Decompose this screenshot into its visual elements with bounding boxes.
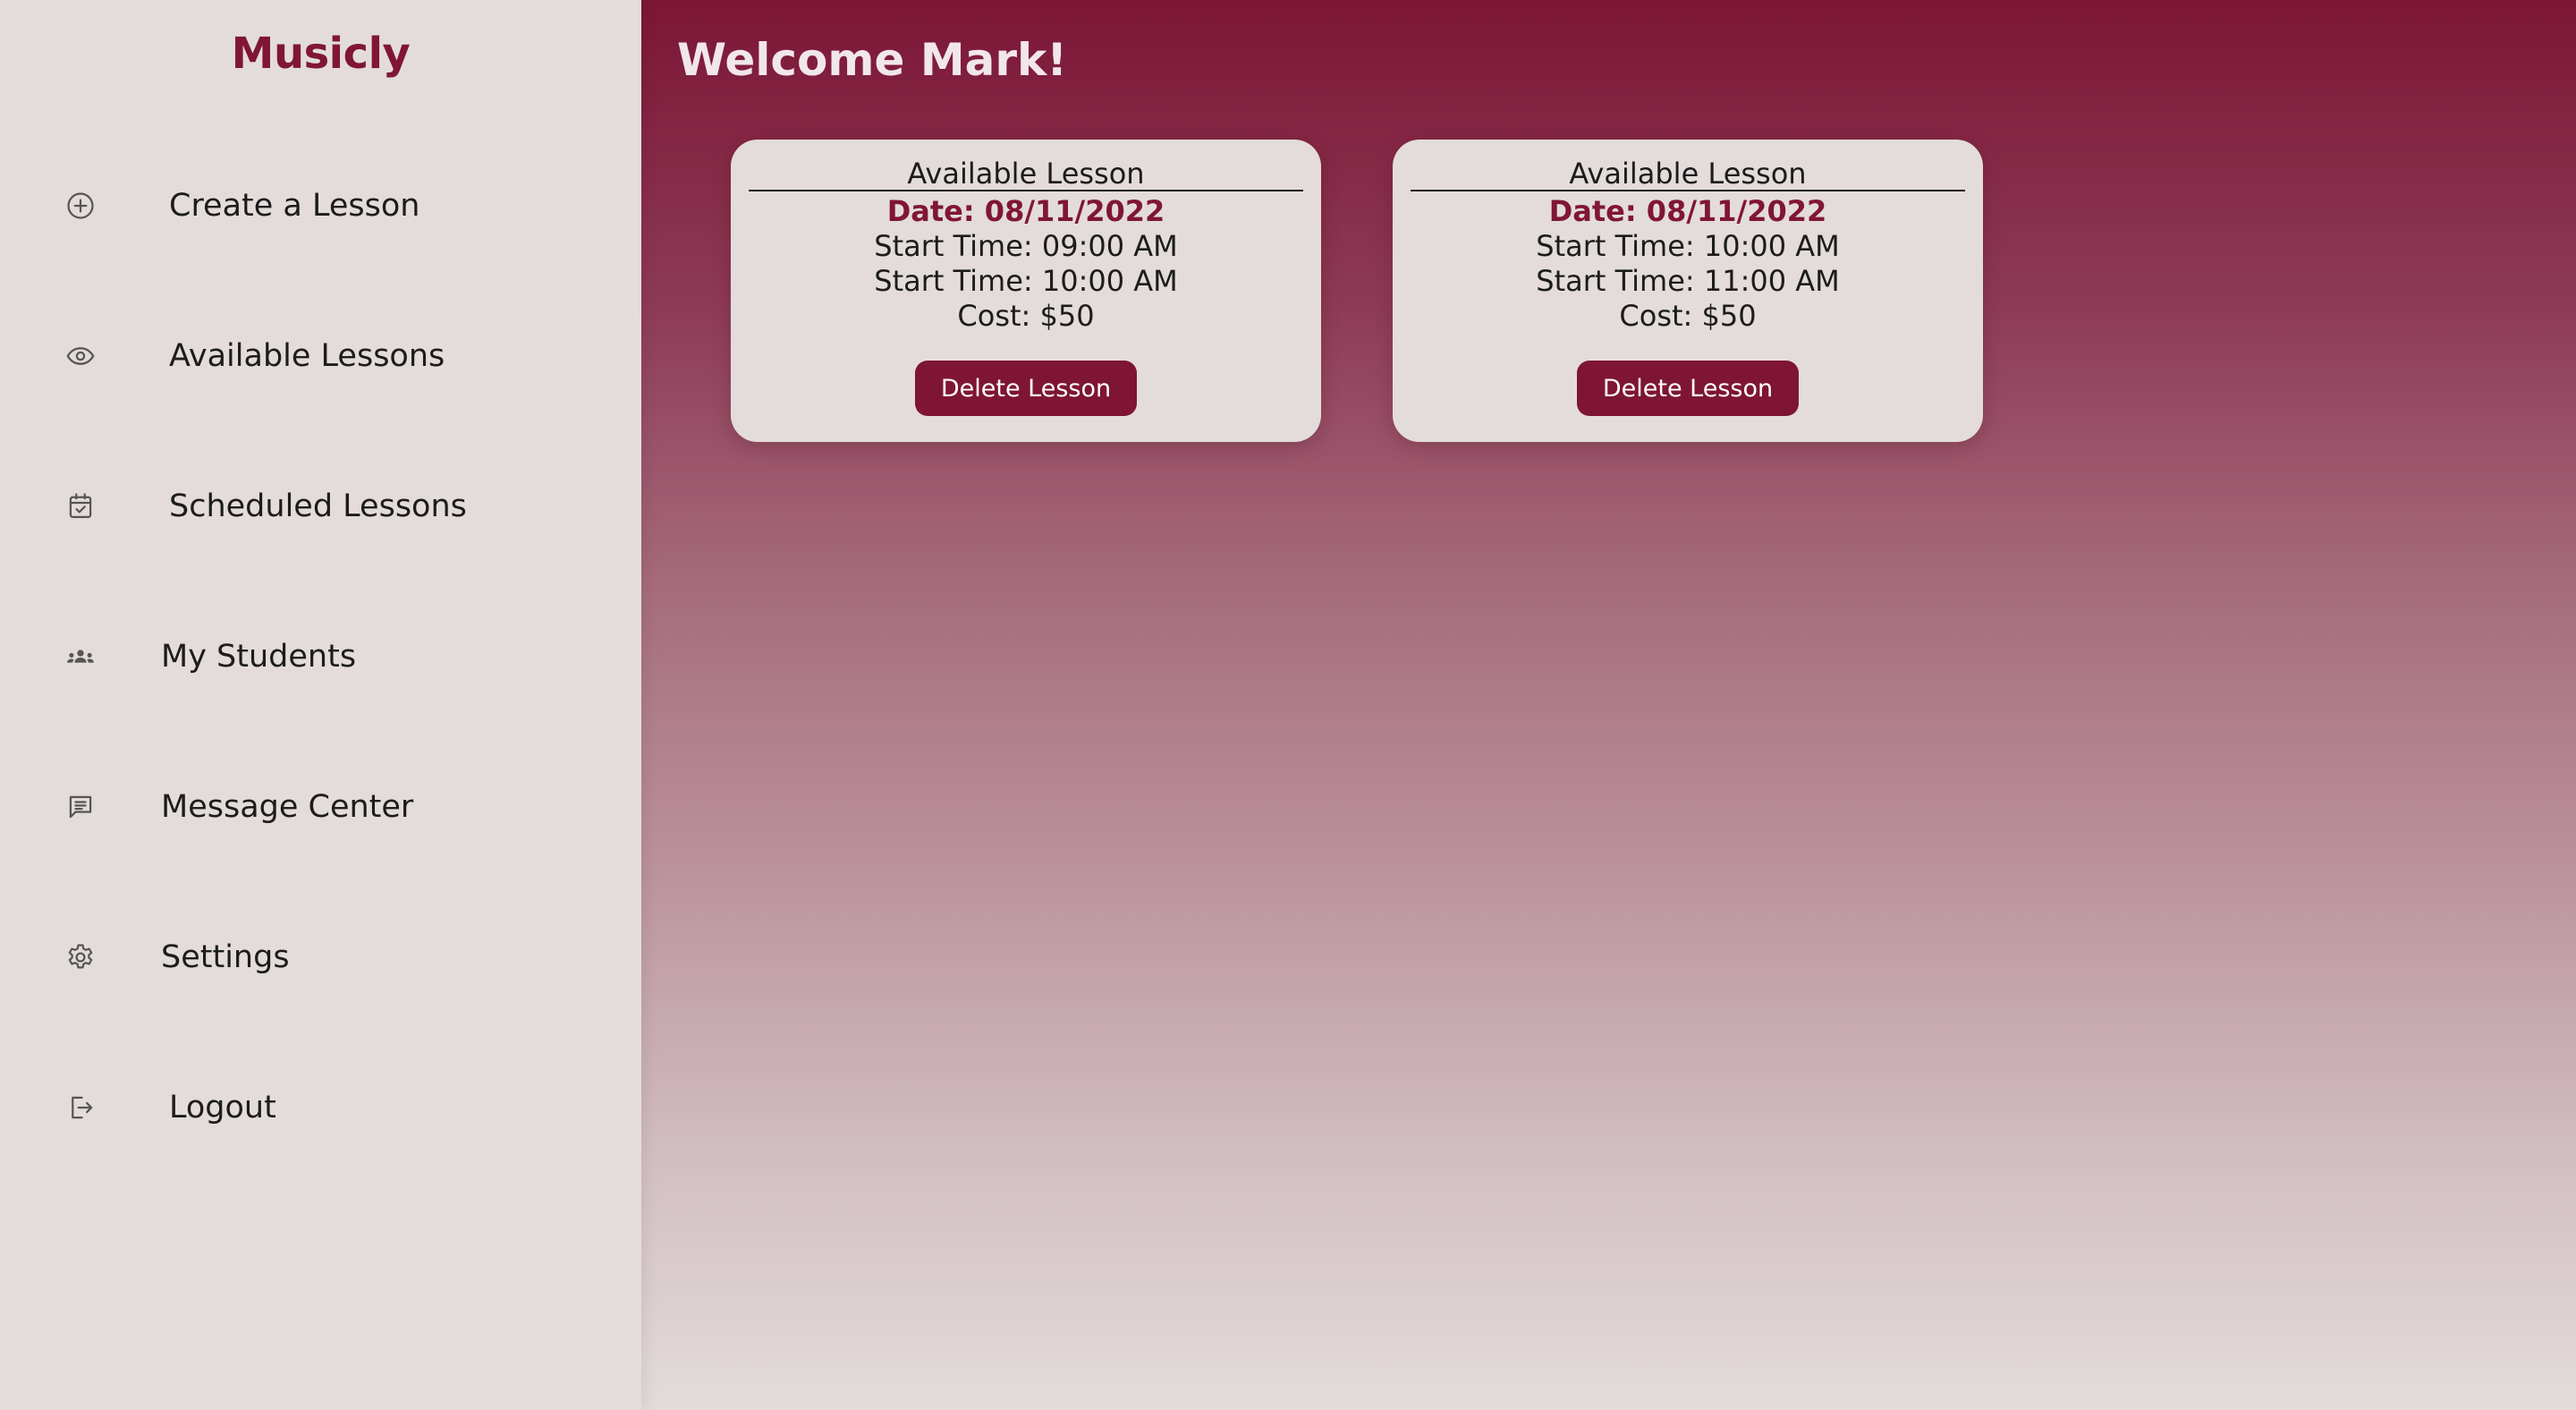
delete-lesson-button[interactable]: Delete Lesson	[1577, 361, 1799, 416]
sidebar-item-settings[interactable]: Settings	[0, 904, 641, 1011]
sidebar-item-label: Scheduled Lessons	[169, 488, 467, 524]
lesson-start-time: Start Time: 10:00 AM	[1536, 229, 1840, 263]
sidebar-item-label: Available Lessons	[169, 338, 445, 374]
sidebar-item-scheduled-lessons[interactable]: Scheduled Lessons	[0, 453, 641, 560]
sidebar-item-label: Settings	[161, 939, 290, 975]
sidebar-item-label: Create a Lesson	[169, 188, 420, 224]
lesson-end-time: Start Time: 10:00 AM	[874, 264, 1178, 298]
calendar-check-icon	[63, 488, 98, 524]
main-content: Welcome Mark! Available Lesson Date: 08/…	[641, 0, 2576, 1410]
sidebar-item-label: Message Center	[161, 789, 414, 825]
lesson-card: Available Lesson Date: 08/11/2022 Start …	[731, 140, 1321, 442]
sidebar-item-available-lessons[interactable]: Available Lessons	[0, 302, 641, 410]
plus-circle-icon	[63, 188, 98, 224]
page-title: Welcome Mark!	[677, 34, 1068, 86]
lesson-card-title: Available Lesson	[1411, 157, 1965, 191]
lesson-cost: Cost: $50	[1619, 299, 1757, 333]
lesson-card-title: Available Lesson	[749, 157, 1303, 191]
delete-lesson-button[interactable]: Delete Lesson	[915, 361, 1137, 416]
gear-icon	[63, 939, 98, 975]
lesson-cost: Cost: $50	[957, 299, 1095, 333]
sidebar-item-label: My Students	[161, 639, 357, 675]
logout-icon	[63, 1090, 98, 1125]
sidebar-item-logout[interactable]: Logout	[0, 1054, 641, 1161]
sidebar-item-label: Logout	[169, 1090, 276, 1125]
people-icon	[63, 639, 98, 675]
sidebar-item-my-students[interactable]: My Students	[0, 603, 641, 710]
lesson-card: Available Lesson Date: 08/11/2022 Start …	[1393, 140, 1983, 442]
sidebar-item-create-lesson[interactable]: Create a Lesson	[0, 152, 641, 259]
brand-logo: Musicly	[231, 29, 411, 79]
lesson-date: Date: 08/11/2022	[886, 194, 1165, 228]
eye-icon	[63, 338, 98, 374]
message-icon	[63, 789, 98, 825]
sidebar-item-message-center[interactable]: Message Center	[0, 753, 641, 861]
lesson-start-time: Start Time: 09:00 AM	[874, 229, 1178, 263]
sidebar: Musicly Create a Lesson Available Lesson…	[0, 0, 641, 1410]
lesson-date: Date: 08/11/2022	[1548, 194, 1827, 228]
lesson-end-time: Start Time: 11:00 AM	[1536, 264, 1840, 298]
